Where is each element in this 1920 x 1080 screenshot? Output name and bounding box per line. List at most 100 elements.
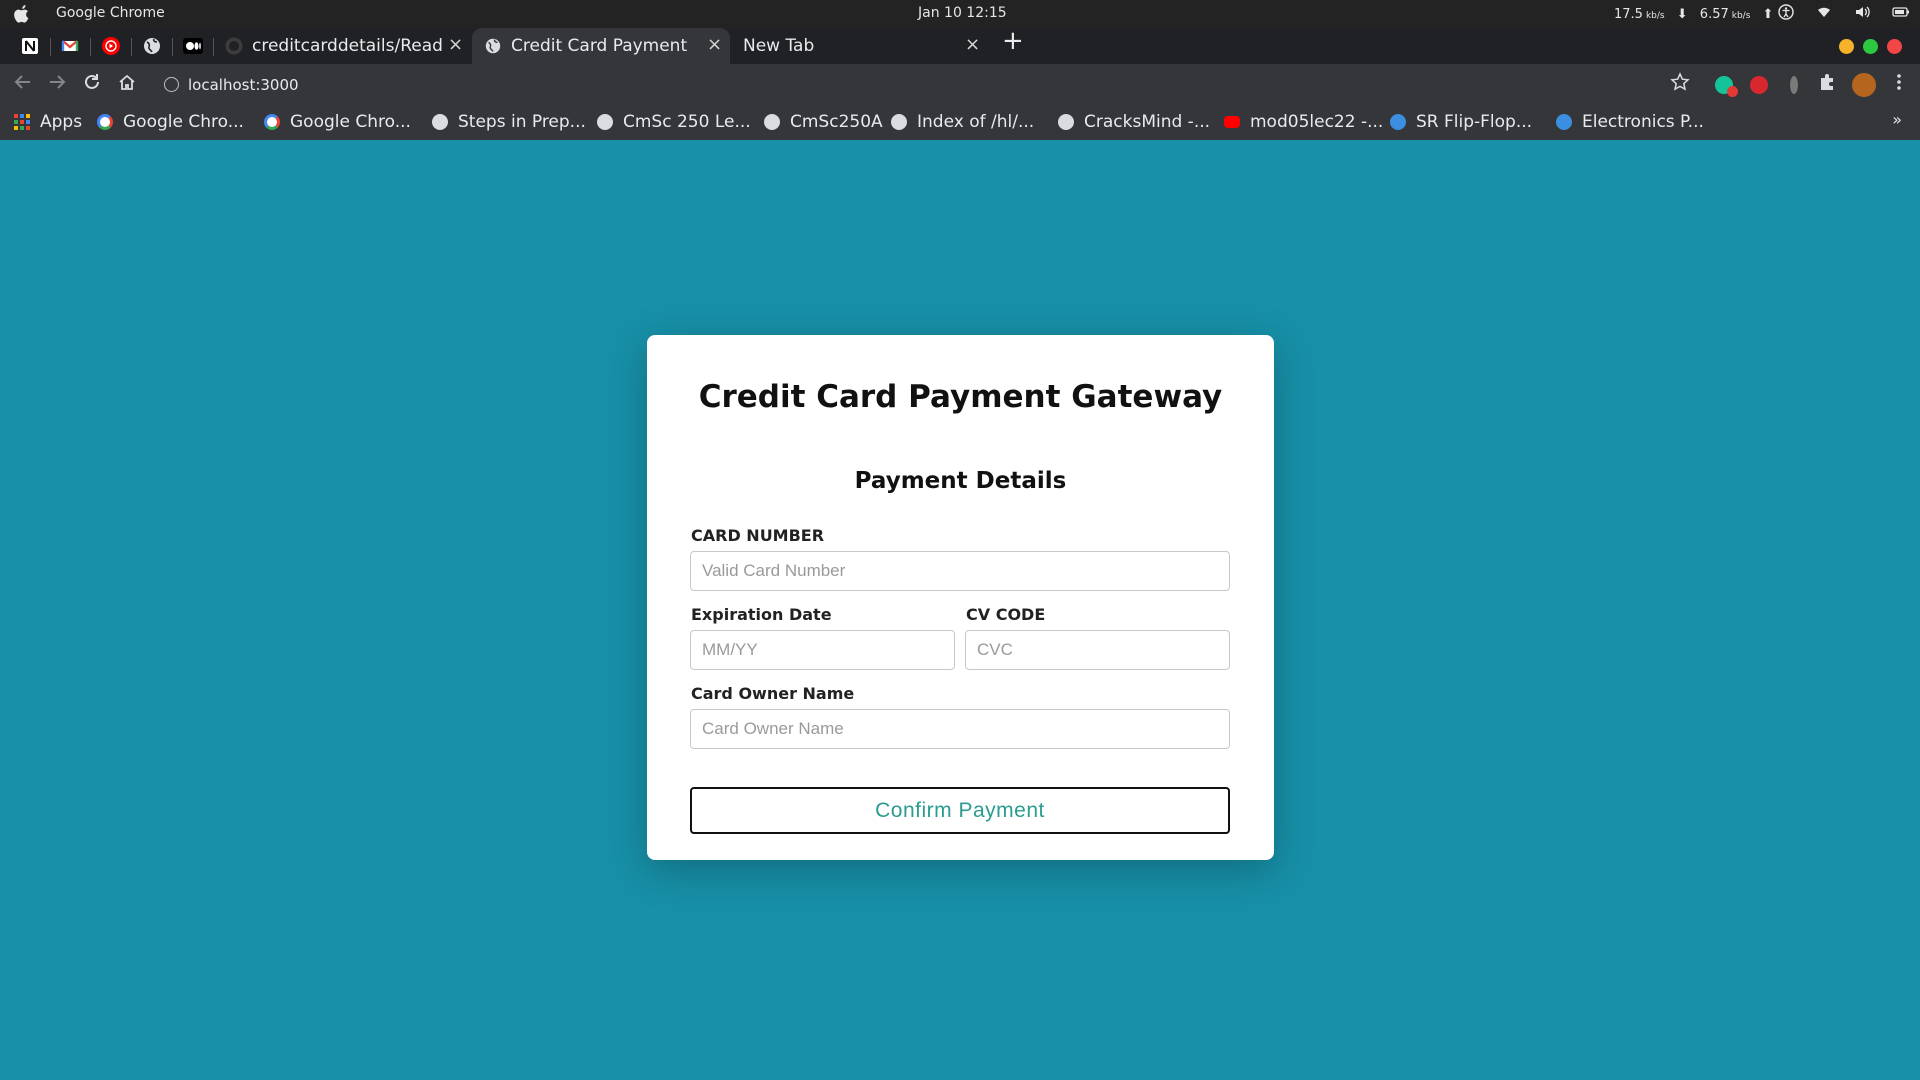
tab-title: Credit Card Payment xyxy=(511,36,688,56)
tab-close-icon[interactable]: × xyxy=(965,34,980,55)
globe-icon xyxy=(891,114,907,130)
tab-title: creditcarddetails/Readm xyxy=(252,36,444,56)
menu-dots-icon[interactable] xyxy=(1889,72,1909,96)
extensions-puzzle-icon[interactable] xyxy=(1817,72,1837,96)
tab-close-icon[interactable]: × xyxy=(448,34,463,55)
google-icon xyxy=(97,114,113,130)
url-text[interactable]: localhost:3000 xyxy=(188,76,299,94)
bookmark-label: Steps in Prep... xyxy=(458,112,586,132)
battery-icon[interactable] xyxy=(1892,4,1909,20)
os-top-bar: Google Chrome Jan 10 12:15 17.5 kb/s ⬇ 6.… xyxy=(0,0,1920,28)
cvc-input[interactable] xyxy=(965,630,1230,670)
medium-icon xyxy=(183,38,203,54)
bookmark-sr-flip-flop[interactable]: SR Flip-Flop... xyxy=(1390,110,1532,134)
download-arrow-icon: ⬇ xyxy=(1676,7,1688,22)
bookmark-steps-in-prep[interactable]: Steps in Prep... xyxy=(432,110,586,134)
upload-arrow-icon: ⬆ xyxy=(1762,7,1774,22)
browser-toolbar: localhost:3000 xyxy=(0,64,1920,104)
bookmark-label: Apps xyxy=(40,112,83,132)
apple-logo-icon[interactable] xyxy=(14,5,30,23)
apps-grid-icon xyxy=(14,114,30,130)
bookmark-label: SR Flip-Flop... xyxy=(1416,112,1533,132)
address-bar[interactable]: localhost:3000 xyxy=(162,70,1662,100)
globe-icon xyxy=(144,38,160,54)
bookmark-label: CmSc 250 Le... xyxy=(623,112,751,132)
expiration-date-input[interactable] xyxy=(690,630,955,670)
bookmark-google-chrome-2[interactable]: Google Chro... xyxy=(264,110,411,134)
window-maximize-button[interactable] xyxy=(1863,39,1878,54)
globe-icon xyxy=(485,38,501,54)
globe-icon xyxy=(597,114,613,130)
google-icon xyxy=(264,114,280,130)
section-title: Payment Details xyxy=(854,468,1067,494)
bookmark-label: Index of /hl/... xyxy=(917,112,1035,132)
reload-icon[interactable] xyxy=(82,72,102,96)
gmail-icon xyxy=(61,40,79,51)
tab-credit-card-payment[interactable]: Credit Card Payment × xyxy=(472,28,730,64)
bookmark-index-of-hl[interactable]: Index of /hl/... xyxy=(891,110,1034,134)
github-icon xyxy=(225,37,243,55)
cv-code-label: CV CODE xyxy=(966,605,1046,624)
new-tab-button[interactable]: + xyxy=(1002,26,1024,56)
window-minimize-button[interactable] xyxy=(1839,39,1854,54)
bookmark-label: CmSc250A xyxy=(790,112,883,132)
bookmarks-bar: Apps Google Chro... Google Chro... Steps… xyxy=(0,104,1920,140)
home-icon[interactable] xyxy=(117,72,137,96)
network-speed: 17.5 kb/s ⬇ 6.57 kb/s ⬆ xyxy=(1614,7,1774,22)
volume-icon[interactable] xyxy=(1854,4,1870,20)
tab-creditcarddetails[interactable]: creditcarddetails/Readm × xyxy=(246,28,471,64)
card-number-label: CARD NUMBER xyxy=(691,526,825,545)
window-close-button[interactable] xyxy=(1887,39,1902,54)
bookmark-star-icon[interactable] xyxy=(1670,72,1690,96)
pinned-tab-notion[interactable] xyxy=(20,36,40,56)
globe-icon xyxy=(1058,114,1074,130)
notion-icon xyxy=(22,38,38,54)
download-speed: 17.5 xyxy=(1614,7,1643,22)
active-app-name[interactable]: Google Chrome xyxy=(56,5,165,21)
bookmark-label: CracksMind -... xyxy=(1084,112,1211,132)
tab-new-tab[interactable]: New Tab × xyxy=(731,28,986,64)
profile-avatar[interactable] xyxy=(1852,73,1876,97)
bookmark-cmsc250a[interactable]: CmSc250A xyxy=(764,110,883,134)
forward-arrow-icon[interactable] xyxy=(47,72,67,96)
bookmark-google-chrome-1[interactable]: Google Chro... xyxy=(97,110,244,134)
bookmark-cracksmind[interactable]: CracksMind -... xyxy=(1058,110,1210,134)
bookmark-mod05lec22[interactable]: mod05lec22 -... xyxy=(1224,110,1383,134)
globe-icon xyxy=(432,114,448,130)
pinned-tab-medium[interactable] xyxy=(183,36,203,56)
web-globe-icon xyxy=(1390,114,1406,130)
youtube-music-icon xyxy=(102,37,120,55)
tab-github-favicon xyxy=(224,36,244,56)
tab-title: New Tab xyxy=(743,36,815,56)
payment-card: Credit Card Payment Gateway Payment Deta… xyxy=(647,335,1274,860)
system-tray xyxy=(1778,4,1909,20)
bookmark-label: Electronics P... xyxy=(1582,112,1704,132)
clock[interactable]: Jan 10 12:15 xyxy=(918,5,1007,21)
bookmark-label: mod05lec22 -... xyxy=(1250,112,1384,132)
bookmark-electronics-p[interactable]: Electronics P... xyxy=(1556,110,1704,134)
globe-icon xyxy=(764,114,780,130)
bookmark-apps[interactable]: Apps xyxy=(14,110,82,134)
tab-close-icon[interactable]: × xyxy=(707,34,722,55)
wifi-icon[interactable] xyxy=(1816,4,1832,20)
upload-speed: 6.57 xyxy=(1699,7,1729,22)
back-arrow-icon[interactable] xyxy=(13,72,33,96)
site-info-icon[interactable] xyxy=(164,77,179,92)
accessibility-icon[interactable] xyxy=(1778,4,1794,20)
card-number-input[interactable] xyxy=(690,551,1230,591)
bookmark-cmsc-250-le[interactable]: CmSc 250 Le... xyxy=(597,110,751,134)
pinned-tab-youtube-music[interactable] xyxy=(101,36,121,56)
page-title: Credit Card Payment Gateway xyxy=(698,379,1223,415)
bookmarks-overflow-icon[interactable]: » xyxy=(1892,110,1902,129)
extension-icon[interactable] xyxy=(1790,76,1798,94)
pinned-tab-globe[interactable] xyxy=(142,36,162,56)
mega-extension-icon[interactable] xyxy=(1750,76,1768,94)
youtube-icon xyxy=(1224,116,1240,128)
card-owner-name-input[interactable] xyxy=(690,709,1230,749)
bookmark-label: Google Chro... xyxy=(123,112,244,132)
bookmark-label: Google Chro... xyxy=(290,112,411,132)
pinned-tab-gmail[interactable] xyxy=(60,36,80,56)
expiration-date-label: Expiration Date xyxy=(691,605,832,624)
confirm-payment-button[interactable]: Confirm Payment xyxy=(690,787,1230,834)
notification-badge xyxy=(1727,86,1738,97)
